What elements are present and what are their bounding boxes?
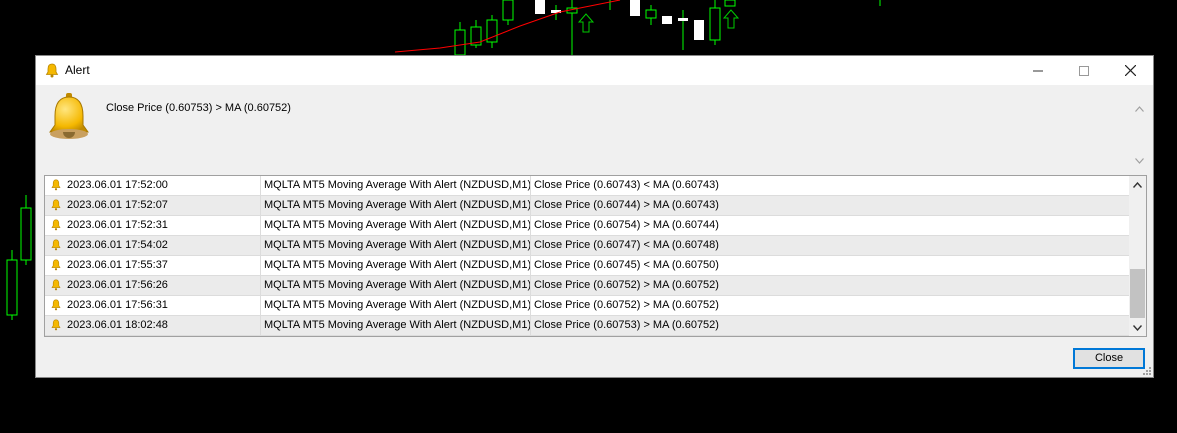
candle-body [454, 29, 466, 56]
candle-body [694, 20, 704, 40]
table-row[interactable]: 2023.06.01 17:56:26 MQLTA MT5 Moving Aver… [45, 276, 1130, 296]
bell-icon [51, 319, 61, 331]
alert-text: Close Price (0.60753) > MA (0.60752) [534, 319, 719, 331]
alert-source: MQLTA MT5 Moving Average With Alert (NZD… [261, 236, 531, 255]
table-row[interactable]: 2023.06.01 17:54:02 MQLTA MT5 Moving Aver… [45, 236, 1130, 256]
alert-source: MQLTA MT5 Moving Average With Alert (NZD… [261, 276, 531, 295]
chevron-down-icon [1133, 324, 1142, 331]
alert-text: Close Price (0.60752) > MA (0.60752) [534, 299, 719, 311]
time-cell: 2023.06.01 17:54:02 [45, 236, 261, 255]
alert-text: Close Price (0.60747) < MA (0.60748) [534, 239, 719, 251]
alert-history-list[interactable]: 2023.06.01 18:02:48 MQLTA MT5 Moving Aver… [44, 175, 1147, 337]
alert-text: Close Price (0.60754) > MA (0.60744) [534, 219, 719, 231]
alert-time: 2023.06.01 17:56:31 [67, 299, 168, 311]
chevron-down-icon [1134, 158, 1144, 164]
chevron-up-icon [1134, 106, 1144, 112]
candle-body [535, 0, 545, 14]
message-scrollbar[interactable] [1131, 102, 1147, 168]
alert-source: MQLTA MT5 Moving Average With Alert (NZD… [261, 316, 531, 335]
alert-text: Close Price (0.60745) < MA (0.60750) [534, 259, 719, 271]
candle-body [502, 0, 514, 21]
alert-time: 2023.06.01 17:52:31 [67, 219, 168, 231]
minimize-button[interactable] [1015, 56, 1061, 85]
scroll-down-button[interactable] [1131, 154, 1147, 168]
scroll-up-button[interactable] [1131, 102, 1147, 116]
bell-icon [51, 279, 61, 291]
table-row[interactable]: 2023.06.01 17:52:07 MQLTA MT5 Moving Aver… [45, 196, 1130, 216]
alert-source: MQLTA MT5 Moving Average With Alert (NZD… [261, 176, 531, 195]
title-bar[interactable]: Alert [36, 56, 1153, 85]
bell-icon [51, 299, 61, 311]
bell-icon [51, 199, 61, 211]
alert-message: Close Price (0.60753) > MA (0.60752) [106, 102, 291, 114]
candle-body [724, 0, 736, 7]
table-row[interactable]: 2023.06.01 17:52:00 MQLTA MT5 Moving Aver… [45, 176, 1130, 196]
bell-icon [51, 179, 61, 191]
scrollbar-thumb[interactable] [1130, 269, 1145, 318]
alert-source: MQLTA MT5 Moving Average With Alert (NZD… [261, 296, 531, 315]
alert-time: 2023.06.01 17:52:07 [67, 199, 168, 211]
scroll-up-button[interactable] [1129, 176, 1146, 193]
minimize-icon [1033, 70, 1043, 71]
candle-body [662, 16, 672, 24]
alert-source: MQLTA MT5 Moving Average With Alert (NZD… [261, 256, 531, 275]
list-scrollbar[interactable] [1129, 176, 1146, 336]
bell-icon [45, 63, 59, 78]
time-cell: 2023.06.01 17:52:00 [45, 176, 261, 195]
candle-body [678, 18, 688, 21]
table-row[interactable]: 2023.06.01 17:55:37 MQLTA MT5 Moving Aver… [45, 256, 1130, 276]
maximize-icon [1079, 65, 1089, 76]
alert-time: 2023.06.01 17:54:02 [67, 239, 168, 251]
candle-body [6, 259, 18, 316]
alert-time: 2023.06.01 17:52:00 [67, 179, 168, 191]
alert-dialog: Alert Close Price (0.60753) > MA (0.6075… [35, 55, 1154, 378]
bell-icon [51, 219, 61, 231]
bell-icon [51, 259, 61, 271]
candle-body [20, 207, 32, 261]
time-cell: 2023.06.01 17:55:37 [45, 256, 261, 275]
alert-source: MQLTA MT5 Moving Average With Alert (NZD… [261, 216, 531, 235]
close-button[interactable]: Close [1073, 348, 1145, 369]
table-row[interactable]: 2023.06.01 17:52:31 MQLTA MT5 Moving Aver… [45, 216, 1130, 236]
alert-time: 2023.06.01 17:55:37 [67, 259, 168, 271]
bell-icon [49, 93, 89, 139]
window-title: Alert [65, 63, 90, 77]
bell-icon [51, 239, 61, 251]
resize-grip-icon[interactable] [1141, 365, 1151, 375]
alert-text: Close Price (0.60743) < MA (0.60743) [534, 179, 719, 191]
alert-text: Close Price (0.60752) > MA (0.60752) [534, 279, 719, 291]
candle-body [630, 0, 640, 16]
alert-time: 2023.06.01 17:56:26 [67, 279, 168, 291]
close-x-icon [1124, 65, 1136, 76]
maximize-button[interactable] [1061, 56, 1107, 85]
close-window-button[interactable] [1107, 56, 1153, 85]
scroll-down-button[interactable] [1129, 319, 1146, 336]
time-cell: 2023.06.01 17:52:31 [45, 216, 261, 235]
table-row[interactable]: 2023.06.01 18:02:48 MQLTA MT5 Moving Aver… [45, 316, 1130, 336]
table-row[interactable]: 2023.06.01 17:56:31 MQLTA MT5 Moving Aver… [45, 296, 1130, 316]
alert-time: 2023.06.01 18:02:48 [67, 319, 168, 331]
candle-body [645, 9, 657, 19]
alert-source: MQLTA MT5 Moving Average With Alert (NZD… [261, 196, 531, 215]
time-cell: 2023.06.01 17:56:26 [45, 276, 261, 295]
candle-body [709, 7, 721, 41]
time-cell: 2023.06.01 17:52:07 [45, 196, 261, 215]
time-cell: 2023.06.01 17:56:31 [45, 296, 261, 315]
chevron-up-icon [1133, 181, 1142, 188]
alert-text: Close Price (0.60744) > MA (0.60743) [534, 199, 719, 211]
time-cell: 2023.06.01 18:02:48 [45, 316, 261, 335]
